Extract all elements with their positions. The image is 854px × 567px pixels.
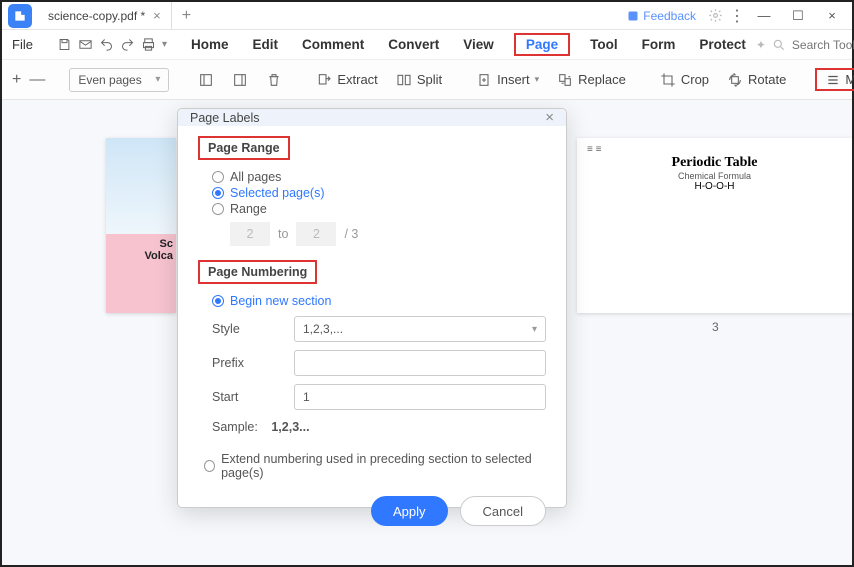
style-label: Style	[212, 322, 282, 336]
cancel-button[interactable]: Cancel	[460, 496, 546, 526]
page-canvas: Sc Volca ≡ ≡ Periodic Table Chemical For…	[2, 100, 852, 565]
menu-edit[interactable]: Edit	[249, 33, 283, 56]
page-number-3: 3	[712, 320, 719, 334]
menu-convert[interactable]: Convert	[384, 33, 443, 56]
titlebar: science-copy.pdf * × + Feedback ⋮ — ☐ ×	[2, 2, 852, 30]
radio-extend-numbering[interactable]: Extend numbering used in preceding secti…	[204, 452, 546, 480]
search-icon	[772, 38, 786, 52]
extract-button[interactable]: Extract	[311, 69, 382, 91]
menu-view[interactable]: View	[459, 33, 498, 56]
sample-label: Sample:	[212, 420, 258, 434]
page-toolbar: + — Even pages▾ Extract Split Insert▾ Re…	[2, 60, 852, 100]
radio-all-pages[interactable]: All pages	[212, 170, 546, 184]
rotate-button[interactable]: Rotate	[722, 69, 791, 91]
prefix-label: Prefix	[212, 356, 282, 370]
file-menu[interactable]: File	[12, 37, 33, 52]
tab-title: science-copy.pdf *	[48, 9, 145, 23]
periodic-sub: Chemical Formula	[587, 171, 842, 181]
save-icon[interactable]	[57, 34, 72, 56]
print-icon[interactable]	[141, 34, 156, 56]
periodic-title: Periodic Table	[587, 155, 842, 171]
style-select[interactable]: 1,2,3,...▾	[294, 316, 546, 342]
app-logo	[8, 4, 32, 28]
search-input[interactable]	[792, 38, 854, 52]
split-button[interactable]: Split	[391, 69, 447, 91]
settings-icon[interactable]	[704, 5, 726, 27]
dialog-close-icon[interactable]: ×	[545, 109, 554, 126]
mail-icon[interactable]	[78, 34, 93, 56]
menubar: File ▾ Home Edit Comment Convert View Pa…	[2, 30, 852, 60]
zoom-out-icon[interactable]: —	[29, 69, 45, 91]
undo-icon[interactable]	[99, 34, 114, 56]
menu-protect[interactable]: Protect	[695, 33, 750, 56]
thumb1-line1: Sc	[109, 238, 173, 250]
maximize-button[interactable]: ☐	[782, 4, 814, 28]
menu-page[interactable]: Page	[514, 33, 570, 56]
feedback-link[interactable]: Feedback	[627, 9, 696, 23]
page-range-header: Page Range	[198, 136, 290, 160]
radio-begin-section[interactable]: Begin new section	[212, 294, 546, 308]
more-button[interactable]: More▾	[815, 68, 854, 91]
page-thumb-3[interactable]: ≡ ≡ Periodic Table Chemical Formula H-O-…	[577, 138, 852, 313]
close-window-button[interactable]: ×	[816, 4, 848, 28]
document-tab[interactable]: science-copy.pdf * ×	[38, 2, 172, 29]
range-from-input[interactable]	[230, 222, 270, 246]
delete-icon[interactable]	[261, 69, 287, 91]
main-menu: Home Edit Comment Convert View Page Tool…	[187, 33, 750, 56]
menu-comment[interactable]: Comment	[298, 33, 368, 56]
menu-form[interactable]: Form	[638, 33, 680, 56]
box1-icon[interactable]	[193, 69, 219, 91]
feedback-icon	[627, 10, 639, 22]
periodic-formula: H-O-O-H	[587, 181, 842, 192]
menu-tool[interactable]: Tool	[586, 33, 622, 56]
radio-range[interactable]: Range	[212, 202, 546, 216]
page-thumb-1[interactable]: Sc Volca	[106, 138, 176, 313]
radio-selected-pages[interactable]: Selected page(s)	[212, 186, 546, 200]
close-tab-icon[interactable]: ×	[153, 8, 161, 23]
add-tab-button[interactable]: +	[182, 7, 191, 25]
start-label: Start	[212, 390, 282, 404]
menu-home[interactable]: Home	[187, 33, 233, 56]
crop-button[interactable]: Crop	[655, 69, 714, 91]
zoom-in-icon[interactable]: +	[12, 69, 21, 91]
dialog-title: Page Labels	[190, 111, 260, 125]
prefix-input[interactable]	[294, 350, 546, 376]
start-input[interactable]	[294, 384, 546, 410]
insert-button[interactable]: Insert▾	[471, 69, 544, 91]
page-numbering-header: Page Numbering	[198, 260, 317, 284]
sample-value: 1,2,3...	[271, 420, 309, 434]
ai-icon[interactable]: ✦	[756, 38, 766, 52]
thumb1-line2: Volca	[109, 250, 173, 262]
range-to-input[interactable]	[296, 222, 336, 246]
kebab-icon[interactable]: ⋮	[726, 5, 748, 27]
minimize-button[interactable]: —	[748, 4, 780, 28]
redo-icon[interactable]	[120, 34, 135, 56]
replace-button[interactable]: Replace	[552, 69, 631, 91]
box2-icon[interactable]	[227, 69, 253, 91]
filter-dropdown[interactable]: Even pages▾	[69, 68, 169, 92]
apply-button[interactable]: Apply	[371, 496, 448, 526]
list-icon	[825, 73, 841, 87]
page-labels-dialog: Page Labels × Page Range All pages Selec…	[177, 108, 567, 508]
